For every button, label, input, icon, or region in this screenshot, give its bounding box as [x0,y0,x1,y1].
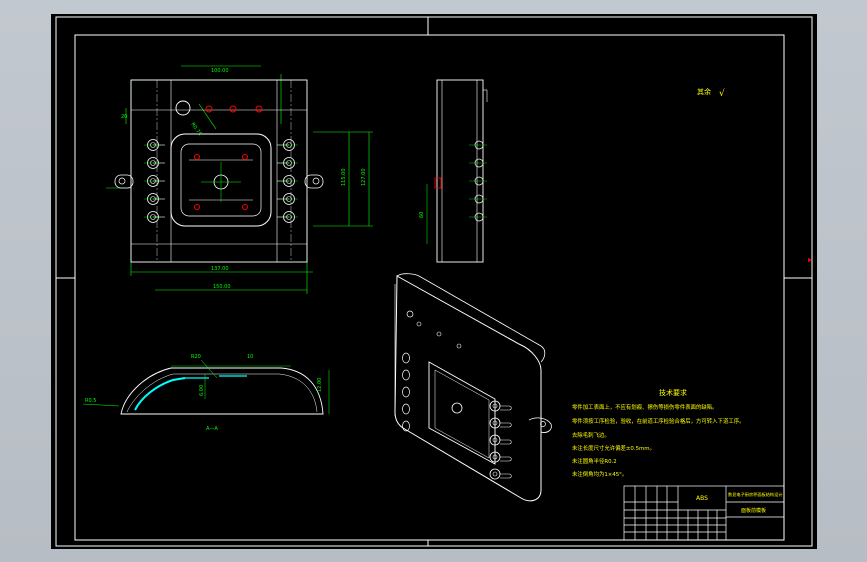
section-dim-slot: 10 [247,354,253,360]
roughness-label: 其余 [697,87,711,96]
dim-bottom-inner: 137.00 [211,266,229,272]
cad-viewport[interactable]: 100.00 20 R0.75 115.00 127.00 137.00 150… [51,14,817,549]
iso-button-slot [500,456,512,462]
note-line-2: 零件须按工序检验，验收，在前道工序检验合格后，方可转入下道工序。 [572,417,745,425]
iso-button-slot [500,439,512,445]
title-material: ABS [696,495,708,502]
iso-button-slot [500,405,512,411]
front-view: 100.00 20 R0.75 115.00 127.00 137.00 150… [106,65,373,294]
note-line-3: 去除毛刺飞边。 [572,431,610,439]
section-view: R20 10 12.00 6.00 R0.5 A—A [82,354,330,432]
iso-button-left [402,386,410,398]
section-dim-height: 12.00 [317,378,323,392]
iso-button-slot [500,422,512,428]
section-dim-depth: 6.00 [199,385,205,396]
note-line-6: 未注倒角均为1×45°。 [572,470,627,478]
isometric-view [394,273,552,502]
center-marks [56,17,812,546]
iso-button-right [489,468,501,480]
cad-drawing-sheet: 100.00 20 R0.75 115.00 127.00 137.00 150… [55,16,813,547]
title-part-name: 数显电子厨房秤面板结构设计 [728,491,782,498]
note-line-4: 未注长度尺寸允许偏差±0.5mm。 [572,444,655,452]
side-view: 60 [419,79,488,263]
sheet-arrow-marker [808,258,812,262]
iso-button-right-inner [492,471,498,477]
iso-button-slot [500,473,512,479]
note-line-5: 未注圆角半径R0.2 [572,457,617,465]
technical-notes: 技术要求 零件加工表面上，不应有划痕、擦伤等损伤零件表面的缺陷。 零件须按工序检… [572,388,745,478]
roughness-symbol: √ [719,88,725,99]
dim-right-height-2: 127.00 [361,169,367,187]
section-dim-top: R20 [191,354,201,360]
inner-border [74,34,785,541]
iso-button-left [402,403,410,415]
iso-button-left [402,369,410,381]
section-label: A—A [206,426,218,432]
dim-hole-offset: R0.75 [189,122,202,137]
dim-left-height: 20 [121,114,127,120]
outer-border [55,16,813,547]
note-line-1: 零件加工表面上，不应有划痕、擦伤等损伤零件表面的缺陷。 [572,403,718,411]
iso-button-left [402,352,410,364]
dim-top-width: 100.00 [211,68,229,74]
section-dim-left: R0.5 [85,398,96,404]
title-drawing-name: 面板前模板 [741,507,766,514]
dim-right-height-1: 115.00 [341,169,347,187]
dim-side-height: 60 [419,212,425,218]
dim-bottom-outer: 150.00 [213,284,231,290]
notes-title: 技术要求 [659,388,687,397]
